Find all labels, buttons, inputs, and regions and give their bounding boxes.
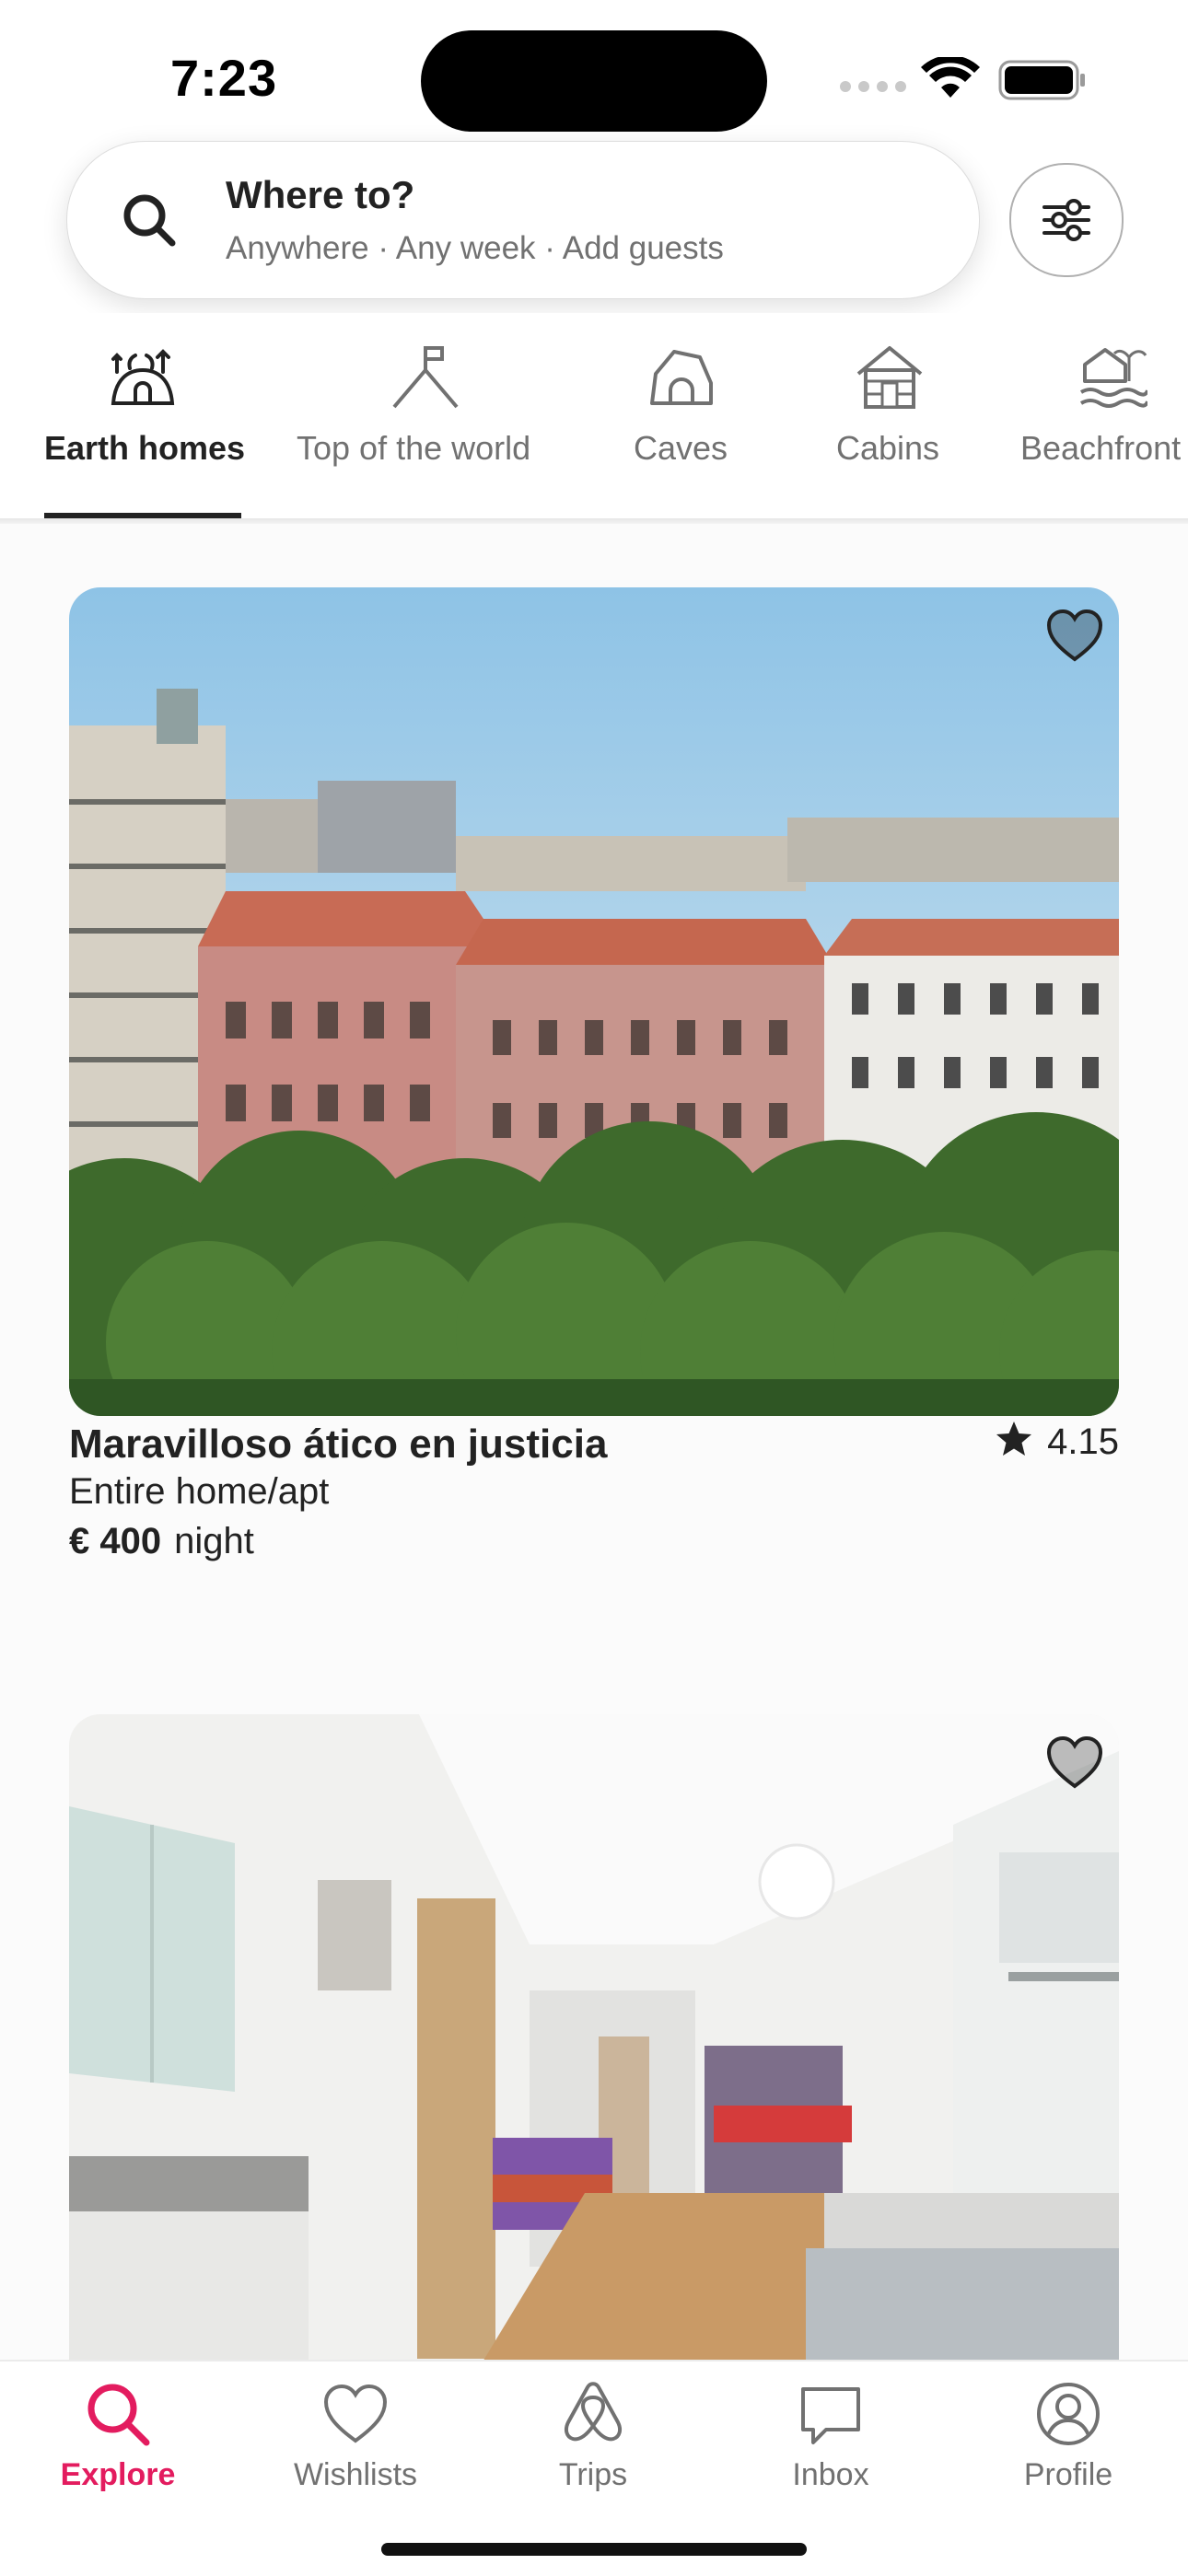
category-label: Caves <box>634 429 728 467</box>
listing-price: € 400 night <box>69 1521 254 1562</box>
tab-label: Profile <box>1023 2457 1113 2492</box>
tab-label: Inbox <box>792 2457 869 2492</box>
bottom-tab-bar: Explore Wishlists Trips Inbox Profile <box>0 2360 1188 2576</box>
search-title: Where to? <box>226 173 415 216</box>
status-time: 7:23 <box>170 49 278 107</box>
mountain-flag-icon <box>392 346 459 409</box>
beachfront-icon <box>1079 348 1147 408</box>
message-icon <box>801 2387 860 2444</box>
star-icon <box>996 1421 1032 1456</box>
status-bar: 7:23 <box>0 0 1188 138</box>
tab-profile[interactable]: Profile <box>976 2361 1160 2546</box>
listing-card[interactable] <box>69 1714 1119 2360</box>
listing-photo[interactable] <box>69 1714 1119 2360</box>
battery-icon <box>998 60 1085 100</box>
listing-title: Maravilloso ático en justicia <box>69 1421 608 1467</box>
heart-icon <box>323 2384 388 2443</box>
dynamic-island <box>421 30 767 132</box>
listing-photo[interactable] <box>69 587 1119 1416</box>
listings-feed: Maravilloso ático en justicia 4.15 Entir… <box>0 524 1188 2360</box>
tab-label: Trips <box>558 2457 628 2492</box>
search-icon <box>87 2384 150 2446</box>
category-label: Cabins <box>836 429 940 467</box>
heart-icon[interactable] <box>1045 608 1104 663</box>
rating-value: 4.15 <box>1047 1421 1119 1462</box>
category-earth-homes[interactable]: Earth homes <box>44 313 245 520</box>
tab-label: Explore <box>60 2457 176 2492</box>
heart-icon[interactable] <box>1045 1735 1104 1790</box>
filters-button[interactable] <box>1009 163 1124 277</box>
airbnb-logo-icon <box>564 2382 623 2442</box>
category-top-of-the-world[interactable]: Top of the world <box>297 313 554 520</box>
listing-rating: 4.15 <box>994 1419 1119 1463</box>
sliders-icon <box>1042 199 1090 241</box>
category-label: Earth homes <box>44 429 246 467</box>
category-caves[interactable]: Caves <box>634 313 729 520</box>
price-value: € 400 <box>69 1521 162 1561</box>
category-label: Top of the world <box>297 429 531 467</box>
category-beachfront[interactable]: Beachfront <box>1020 313 1188 520</box>
profile-icon <box>1037 2383 1100 2445</box>
search-icon <box>123 194 176 247</box>
cabin-icon <box>856 346 923 409</box>
listing-card[interactable]: Maravilloso ático en justicia 4.15 Entir… <box>69 587 1119 1561</box>
home-indicator <box>381 2543 807 2556</box>
tab-wishlists[interactable]: Wishlists <box>263 2361 448 2546</box>
cave-icon <box>650 350 713 405</box>
price-unit: night <box>174 1521 254 1561</box>
category-bar: Earth homes Top of the world Caves Cabin… <box>0 313 1188 520</box>
search-subtitle: Anywhere · Any week · Add guests <box>226 230 724 266</box>
tab-explore[interactable]: Explore <box>26 2361 210 2546</box>
tab-trips[interactable]: Trips <box>501 2361 685 2546</box>
wifi-icon <box>921 57 980 98</box>
rooftops-city-view-photo <box>69 587 1119 1416</box>
search-bar[interactable]: Where to? Anywhere · Any week · Add gues… <box>66 141 980 299</box>
earth-home-icon <box>111 349 175 405</box>
tab-inbox[interactable]: Inbox <box>739 2361 923 2546</box>
category-cabins[interactable]: Cabins <box>836 313 945 520</box>
listing-type: Entire home/apt <box>69 1471 330 1512</box>
tab-label: Wishlists <box>293 2457 418 2492</box>
category-label: Beachfront <box>1020 429 1182 467</box>
signal-icon <box>840 81 906 96</box>
loft-interior-photo <box>69 1714 1119 2360</box>
